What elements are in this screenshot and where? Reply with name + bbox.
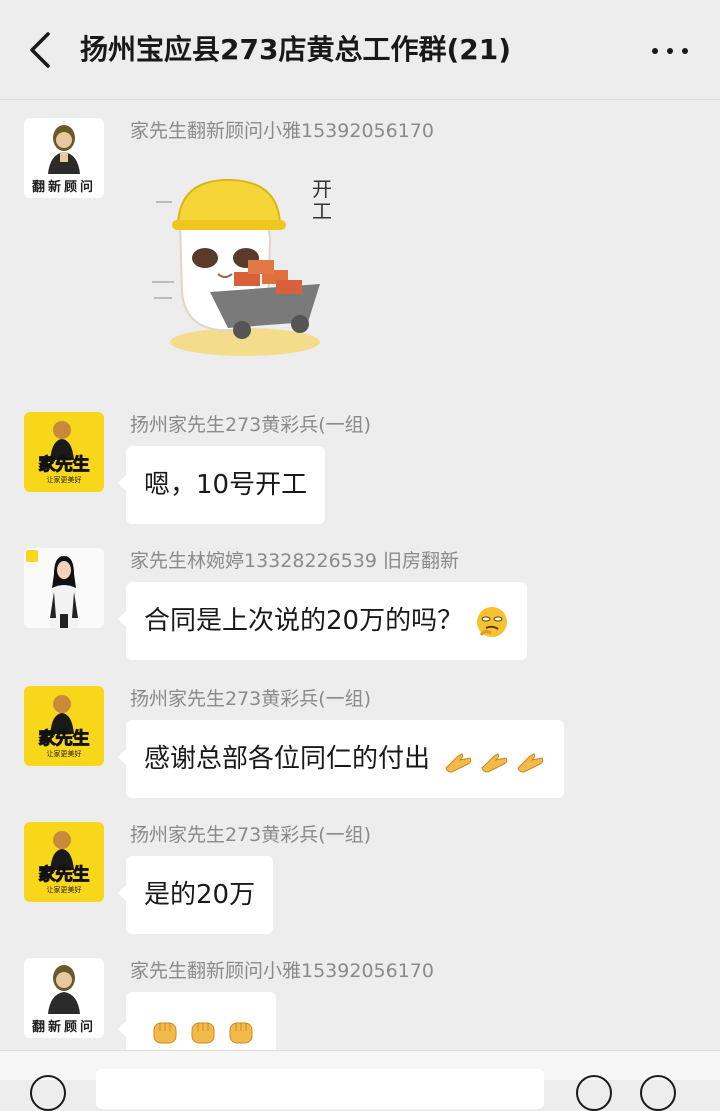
message-text: 是的20万 <box>144 880 256 910</box>
clap-icon <box>517 752 544 773</box>
avatar-slogan: 让家更美好 <box>46 476 82 484</box>
plus-icon[interactable] <box>640 1075 676 1111</box>
thinking-face-icon <box>477 606 508 637</box>
fist-icon <box>191 1022 215 1043</box>
more-options-button[interactable] <box>650 38 690 62</box>
chat-header: 扬州宝应县273店黄总工作群(21) <box>0 0 720 100</box>
fist-icon <box>153 1022 177 1043</box>
sender-name: 扬州家先生273黄彩兵(一组) <box>130 824 372 846</box>
avatar-slogan: 让家更美好 <box>46 750 82 758</box>
sender-name: 扬州家先生273黄彩兵(一组) <box>130 414 372 436</box>
message-bubble[interactable]: 是的20万 <box>117 856 274 934</box>
message-list[interactable]: 翻新顾问 家先生翻新顾问小雅15392056170 开工 家先生 让家更美好 扬… <box>0 100 720 1050</box>
message-bubble[interactable]: 合同是上次说的20万的吗？ <box>117 582 528 660</box>
sender-name: 家先生翻新顾问小雅15392056170 <box>130 960 434 982</box>
clap-icons <box>438 744 546 774</box>
sender-name: 家先生翻新顾问小雅15392056170 <box>130 120 434 142</box>
avatar[interactable]: 翻新顾问 <box>24 958 104 1038</box>
avatar-label: 翻新顾问 <box>31 180 96 195</box>
avatar[interactable]: 翻新顾问 <box>24 118 104 198</box>
message-bubble[interactable]: 嗯，10号开工 <box>117 446 326 524</box>
avatar[interactable] <box>24 548 104 628</box>
avatar[interactable]: 家先生 让家更美好 <box>24 412 104 492</box>
avatar[interactable]: 家先生 让家更美好 <box>24 686 104 766</box>
sticker-image[interactable]: 开工 <box>150 162 350 362</box>
fist-icons <box>144 1016 258 1046</box>
chat-title: 扬州宝应县273店黄总工作群(21) <box>80 33 512 66</box>
message-text: 感谢总部各位同仁的付出 <box>144 744 431 774</box>
sender-name: 家先生林婉婷13328226539 旧房翻新 <box>130 550 460 572</box>
message-text: 合同是上次说的20万的吗？ <box>144 606 464 636</box>
clap-icon <box>445 752 472 773</box>
avatar[interactable]: 家先生 让家更美好 <box>24 822 104 902</box>
sticker-caption: 开工 <box>312 177 332 223</box>
avatar-slogan: 让家更美好 <box>46 886 82 894</box>
avatar-label: 家先生 <box>38 455 90 476</box>
back-button[interactable] <box>22 28 62 72</box>
chevron-left-icon <box>30 32 50 68</box>
message-bubble[interactable] <box>118 992 276 1050</box>
message-bubble[interactable]: 感谢总部各位同仁的付出 <box>117 720 565 798</box>
emoji-icon[interactable] <box>576 1075 612 1111</box>
sender-name: 扬州家先生273黄彩兵(一组) <box>130 688 372 710</box>
fist-icon <box>229 1022 253 1043</box>
avatar-label: 翻新顾问 <box>31 1020 96 1035</box>
message-text: 嗯，10号开工 <box>144 470 308 500</box>
avatar-label: 家先生 <box>38 729 90 750</box>
input-bar <box>0 1050 720 1111</box>
voice-icon[interactable] <box>30 1075 66 1111</box>
clap-icon <box>481 752 508 773</box>
avatar-label: 家先生 <box>38 865 90 886</box>
message-input[interactable] <box>96 1069 544 1109</box>
